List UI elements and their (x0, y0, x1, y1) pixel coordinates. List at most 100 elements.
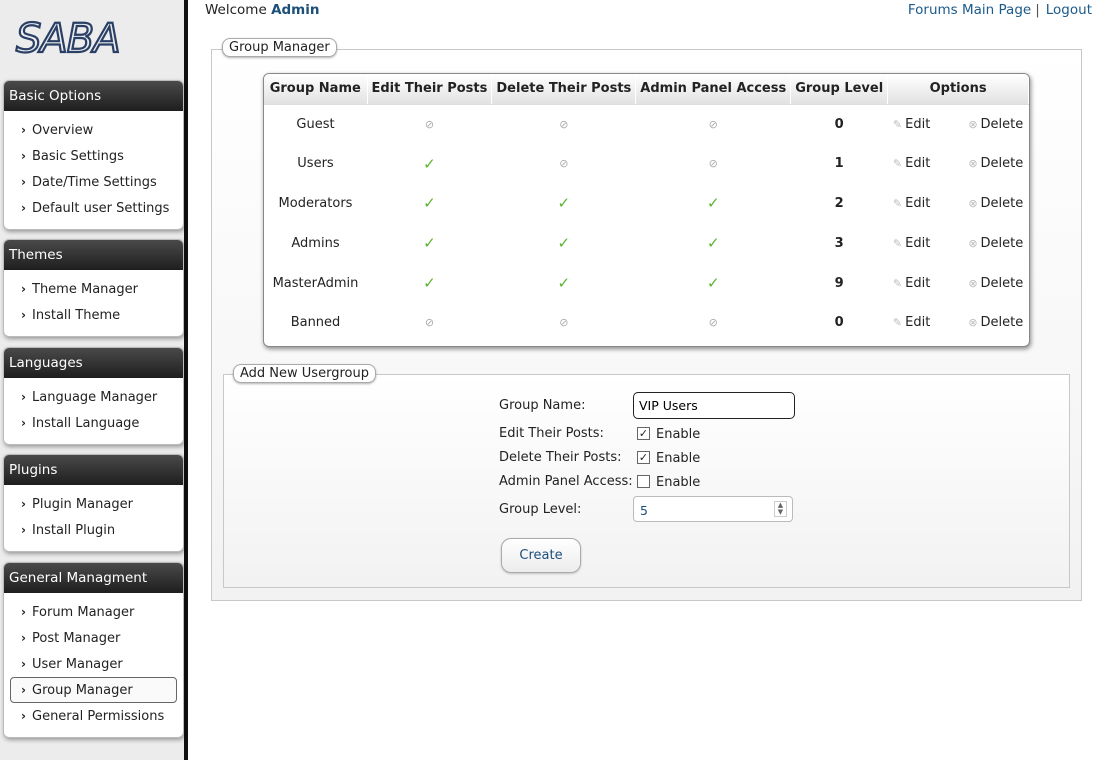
delete-label: Delete (980, 156, 1024, 172)
permission-cell: ✓ (367, 263, 492, 303)
delete-label: Delete (980, 116, 1024, 132)
delete-button[interactable]: ⊗ Delete (968, 315, 1023, 330)
delete-button[interactable]: ⊗ Delete (968, 196, 1023, 211)
admin-access-enable-label: Enable (656, 475, 701, 490)
sidebar-item-general-permissions[interactable]: › General Permissions (10, 703, 177, 729)
permission-cell: ⊘ (492, 144, 636, 184)
pencil-icon: ✎ (892, 236, 903, 250)
create-button[interactable]: Create (501, 538, 581, 573)
group-name-cell: Moderators (278, 195, 353, 211)
group-table-header: Group Name Edit Their Posts Delete Their… (264, 74, 1029, 105)
forums-main-page-link[interactable]: Forums Main Page (908, 2, 1031, 18)
sidebar-item-forum-manager[interactable]: › Forum Manager (10, 599, 177, 625)
pencil-icon: ✎ (892, 316, 903, 330)
group-table: Group Name Edit Their Posts Delete Their… (264, 74, 1029, 343)
disabled-icon: ⊘ (708, 117, 718, 131)
level-spinner[interactable]: ▲ ▼ (774, 501, 787, 517)
checkmark-icon: ✓ (706, 194, 720, 213)
edit-posts-label: Edit Their Posts: (499, 426, 604, 441)
sidebar-item-theme-manager[interactable]: › Theme Manager (10, 276, 177, 302)
sidebar-section-title: General Managment (4, 563, 183, 593)
group-name-label: Group Name: (499, 398, 586, 413)
group-name-cell: MasterAdmin (272, 275, 359, 291)
permission-cell: ⊘ (367, 303, 492, 343)
delete-button[interactable]: ⊗ Delete (968, 276, 1023, 291)
edit-button[interactable]: ✎ Edit (893, 236, 930, 251)
checkmark-icon: ✓ (423, 154, 436, 173)
permission-cell: ✓ (367, 184, 492, 224)
sidebar-item-language-manager[interactable]: › Language Manager (10, 384, 177, 410)
sidebar-item-plugin-manager[interactable]: › Plugin Manager (10, 491, 177, 517)
chevron-right-icon: › (21, 523, 26, 537)
edit-button[interactable]: ✎ Edit (893, 117, 930, 132)
edit-label: Edit (905, 195, 931, 211)
sidebar-section: Themes › Theme Manager › Install Theme (3, 239, 184, 337)
permission-cell: ✓ (492, 263, 636, 303)
sidebar: SABA Basic Options › Overview › Basic Settin… (0, 0, 188, 760)
col-group-level: Group Level (790, 74, 889, 105)
sidebar-item-label: Plugin Manager (32, 497, 133, 512)
checkmark-icon: ✓ (557, 194, 571, 213)
disabled-icon: ⊘ (708, 316, 718, 330)
logout-link[interactable]: Logout (1046, 2, 1092, 18)
sidebar-item-install-theme[interactable]: › Install Theme (10, 302, 177, 328)
edit-button[interactable]: ✎ Edit (893, 276, 930, 291)
group-manager-legend: Group Manager (222, 38, 337, 57)
pencil-icon: ✎ (892, 157, 903, 171)
delete-button[interactable]: ⊗ Delete (968, 117, 1023, 132)
sidebar-item-label: Install Theme (32, 308, 121, 323)
sidebar-item-install-plugin[interactable]: › Install Plugin (10, 517, 177, 543)
edit-button[interactable]: ✎ Edit (893, 156, 930, 171)
sidebar-item-overview[interactable]: › Overview (10, 117, 177, 143)
sidebar-item-label: Overview (32, 123, 94, 138)
chevron-right-icon: › (21, 123, 26, 137)
delete-posts-checkbox[interactable]: ✓ (637, 451, 650, 464)
group-name-input[interactable] (633, 392, 795, 419)
edit-posts-checkbox[interactable]: ✓ (637, 427, 650, 440)
sidebar-section-body: › Theme Manager › Install Theme (4, 270, 183, 336)
group-level-input[interactable]: 5 ▲ ▼ (633, 496, 793, 522)
table-row: Admins ✓ ✓ ✓ 3 ✎ Edit ⊗ Delete (264, 223, 1029, 263)
top-links: Forums Main Page | Logout (908, 2, 1092, 18)
sidebar-item-default-user-settings[interactable]: › Default user Settings (10, 195, 177, 221)
group-level-cell: 9 (834, 275, 844, 291)
group-level-cell: 2 (834, 195, 844, 211)
delete-label: Delete (980, 315, 1024, 331)
edit-label: Edit (905, 235, 931, 251)
delete-icon: ⊗ (968, 157, 978, 171)
edit-button[interactable]: ✎ Edit (893, 315, 930, 330)
disabled-icon: ⊘ (424, 117, 435, 131)
edit-button[interactable]: ✎ Edit (893, 196, 930, 211)
col-group-name: Group Name (264, 74, 368, 105)
sidebar-item-user-manager[interactable]: › User Manager (10, 651, 177, 677)
sidebar-section-title: Themes (4, 240, 183, 270)
delete-button[interactable]: ⊗ Delete (968, 236, 1023, 251)
delete-button[interactable]: ⊗ Delete (968, 156, 1023, 171)
admin-access-label: Admin Panel Access: (499, 474, 633, 489)
group-level-label: Group Level: (499, 502, 582, 517)
checkmark-icon: ✓ (423, 274, 436, 293)
disabled-icon: ⊘ (708, 157, 718, 171)
col-edit-posts: Edit Their Posts (367, 74, 493, 105)
sidebar-item-label: Forum Manager (32, 605, 135, 620)
sidebar-item-basic-settings[interactable]: › Basic Settings (10, 143, 177, 169)
pencil-icon: ✎ (892, 276, 903, 290)
sidebar-item-group-manager[interactable]: › Group Manager (10, 677, 177, 703)
chevron-right-icon: › (21, 149, 26, 163)
group-table-container: Group Name Edit Their Posts Delete Their… (263, 73, 1030, 347)
sidebar-section-title: Plugins (4, 455, 183, 485)
table-row: MasterAdmin ✓ ✓ ✓ 9 ✎ Edit ⊗ Delete (264, 263, 1029, 303)
welcome-label: Welcome (205, 2, 267, 18)
sidebar-item-install-language[interactable]: › Install Language (10, 410, 177, 436)
permission-cell: ⊘ (367, 104, 492, 144)
permission-cell: ✓ (636, 263, 791, 303)
welcome-username[interactable]: Admin (271, 2, 319, 18)
delete-icon: ⊗ (968, 236, 978, 250)
spin-down-icon[interactable]: ▼ (778, 508, 783, 516)
sidebar-item-label: User Manager (32, 657, 123, 672)
sidebar-section-body: › Forum Manager › Post Manager › User Manager… (4, 593, 183, 737)
table-row: Banned ⊘ ⊘ ⊘ 0 ✎ Edit ⊗ Delete (264, 303, 1029, 343)
sidebar-item-post-manager[interactable]: › Post Manager (10, 625, 177, 651)
sidebar-item-date-time-settings[interactable]: › Date/Time Settings (10, 169, 177, 195)
admin-access-checkbox[interactable] (637, 475, 650, 488)
